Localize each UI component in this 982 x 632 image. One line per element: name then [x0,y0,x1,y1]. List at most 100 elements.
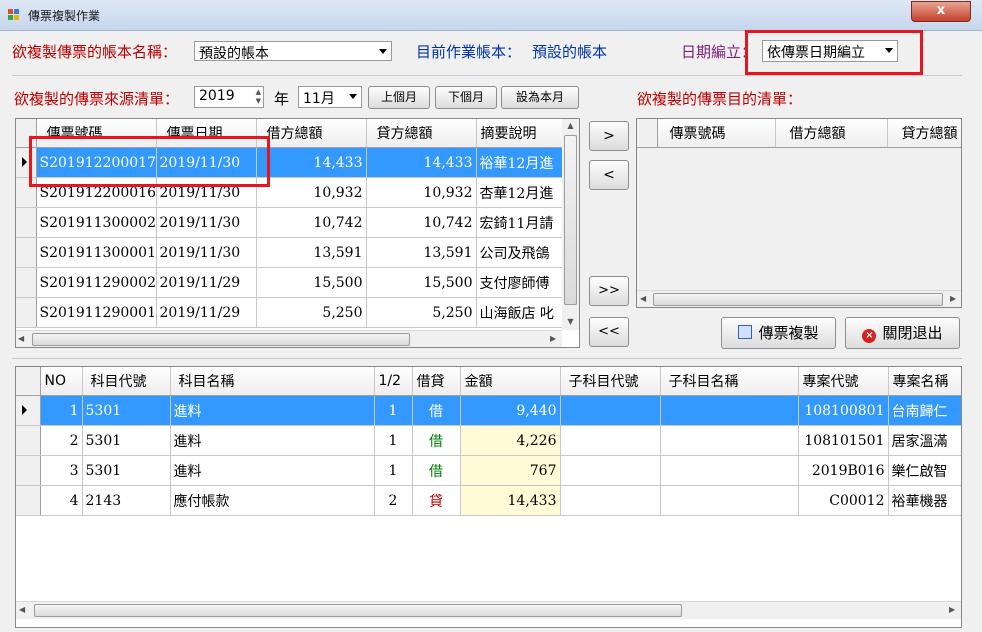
cell-sub-account-code[interactable] [560,425,661,456]
scroll-thumb[interactable] [564,135,577,305]
cell-voucher-no[interactable]: S201911300002 [36,207,157,238]
scroll-right-icon[interactable]: ▶ [550,334,556,343]
remove-all-button[interactable]: << [589,317,629,347]
cell-account-code[interactable]: 5301 [82,395,171,426]
cell-sub-account-code[interactable] [560,485,661,516]
table-row[interactable]: 3 5301 進料 1 借 767 2019B016 樂仁啟智 [16,455,961,486]
cell-project-name[interactable]: 樂仁啟智 [888,455,961,486]
cell-no[interactable]: 3 [40,455,83,486]
cell-project-code[interactable]: 108101501 [798,425,889,456]
prev-month-button[interactable]: 上個月 [368,86,430,109]
cell-account-name[interactable]: 進料 [170,425,375,456]
cell-amount[interactable]: 9,440 [460,395,561,426]
cell-project-name[interactable]: 台南歸仁 [888,395,961,426]
row-selector[interactable] [16,237,37,268]
add-all-button[interactable]: >> [589,276,629,306]
scroll-right-icon[interactable]: ▶ [950,294,956,303]
stepper-arrows-icon[interactable]: ▲ ▼ [256,88,261,106]
horizontal-scrollbar[interactable]: ◀ ▶ [637,290,961,307]
table-row[interactable]: 2 5301 進料 1 借 4,226 108101501 居家溫滿 [16,425,961,456]
cell-sub-account-code[interactable] [560,395,661,426]
cell-side-code[interactable]: 2 [374,485,413,516]
scroll-up-icon[interactable]: ▲ [562,119,579,133]
horizontal-scrollbar[interactable]: ◀ ▶ [16,601,961,619]
copy-voucher-button[interactable]: 傳票複製 [721,317,836,349]
column-header[interactable]: 子科目名稱 [660,367,799,396]
cell-credit-total[interactable]: 5,250 [366,297,477,328]
cell-debit-credit[interactable]: 貸 [412,485,461,516]
cell-no[interactable]: 2 [40,425,83,456]
cell-sub-account-name[interactable] [660,395,799,426]
cell-debit-credit[interactable]: 借 [412,425,461,456]
cell-sub-account-name[interactable] [660,485,799,516]
cell-amount[interactable]: 14,433 [460,485,561,516]
cell-account-name[interactable]: 應付帳款 [170,485,375,516]
scroll-thumb[interactable] [32,333,410,346]
cell-side-code[interactable]: 1 [374,425,413,456]
cell-summary[interactable]: 宏錡11月請 [476,207,563,238]
cell-credit-total[interactable]: 15,500 [366,267,477,298]
account-select[interactable]: 預設的帳本 [194,41,392,62]
cell-amount[interactable]: 4,226 [460,425,561,456]
target-voucher-grid[interactable]: 傳票號碼 借方總額 貸方總額 ◀ ▶ [636,118,962,308]
scroll-left-icon[interactable]: ◀ [19,605,25,614]
scroll-left-icon[interactable]: ◀ [18,334,24,343]
column-header[interactable]: 借貸 [412,367,461,396]
row-selector[interactable] [16,425,41,456]
column-header[interactable]: 貸方總額 [366,119,477,148]
scroll-thumb[interactable] [34,604,682,617]
column-header[interactable]: 專案代號 [798,367,889,396]
column-header[interactable]: 借方總額 [256,119,367,148]
cell-credit-total[interactable]: 10,932 [366,177,477,208]
cell-debit-total[interactable]: 10,742 [256,207,367,238]
cell-account-code[interactable]: 2143 [82,485,171,516]
cell-credit-total[interactable]: 14,433 [366,147,477,178]
column-header[interactable]: 專案名稱 [888,367,961,396]
cell-voucher-date[interactable]: 2019/11/29 [156,297,257,328]
cell-account-name[interactable]: 進料 [170,395,375,426]
close-window-button[interactable]: x [911,1,971,22]
cell-credit-total[interactable]: 13,591 [366,237,477,268]
column-header[interactable]: 借方總額 [775,119,888,148]
cell-debit-total[interactable]: 5,250 [256,297,367,328]
cell-voucher-no[interactable]: S201911290001 [36,297,157,328]
row-selector[interactable] [16,485,41,516]
table-row[interactable]: S201911300001 2019/11/30 13,591 13,591 公… [16,237,563,268]
cell-summary[interactable]: 支付廖師傅 [476,267,563,298]
cell-project-code[interactable]: 2019B016 [798,455,889,486]
cell-no[interactable]: 1 [40,395,83,426]
row-selector[interactable] [16,207,37,238]
row-selector[interactable] [16,455,41,486]
cell-debit-total[interactable]: 13,591 [256,237,367,268]
column-header[interactable]: 科目名稱 [170,367,375,396]
cell-summary[interactable]: 杏華12月進 [476,177,563,208]
cell-debit-credit[interactable]: 借 [412,395,461,426]
voucher-detail-grid[interactable]: NO 科目代號 科目名稱 1/2 借貸 金額 子科目代號 子科目名稱 專案代號 … [15,366,962,628]
column-header[interactable]: 金額 [460,367,561,396]
horizontal-scrollbar[interactable]: ◀ ▶ [16,330,562,347]
table-row[interactable]: 4 2143 應付帳款 2 貸 14,433 C00012 裕華機器 [16,485,961,516]
cell-summary[interactable]: 公司及飛鴿 [476,237,563,268]
add-voucher-button[interactable]: > [589,121,629,151]
cell-debit-credit[interactable]: 借 [412,455,461,486]
cell-amount[interactable]: 767 [460,455,561,486]
cell-project-name[interactable]: 裕華機器 [888,485,961,516]
column-header[interactable]: 貸方總額 [887,119,961,148]
cell-sub-account-code[interactable] [560,455,661,486]
cell-account-name[interactable]: 進料 [170,455,375,486]
cell-summary[interactable]: 裕華12月進 [476,147,563,178]
cell-sub-account-name[interactable] [660,455,799,486]
row-selector[interactable] [16,395,41,426]
cell-account-code[interactable]: 5301 [82,455,171,486]
cell-account-code[interactable]: 5301 [82,425,171,456]
next-month-button[interactable]: 下個月 [435,86,497,109]
cell-voucher-date[interactable]: 2019/11/30 [156,237,257,268]
remove-voucher-button[interactable]: < [589,160,629,190]
cell-no[interactable]: 4 [40,485,83,516]
table-row[interactable]: S201911300002 2019/11/30 10,742 10,742 宏… [16,207,563,238]
cell-summary[interactable]: 山海飯店 叱 [476,297,563,328]
column-header[interactable]: 傳票號碼 [657,119,776,148]
column-header[interactable]: NO [40,367,83,396]
cell-project-code[interactable]: C00012 [798,485,889,516]
year-stepper[interactable]: 2019 ▲ ▼ [194,86,264,108]
